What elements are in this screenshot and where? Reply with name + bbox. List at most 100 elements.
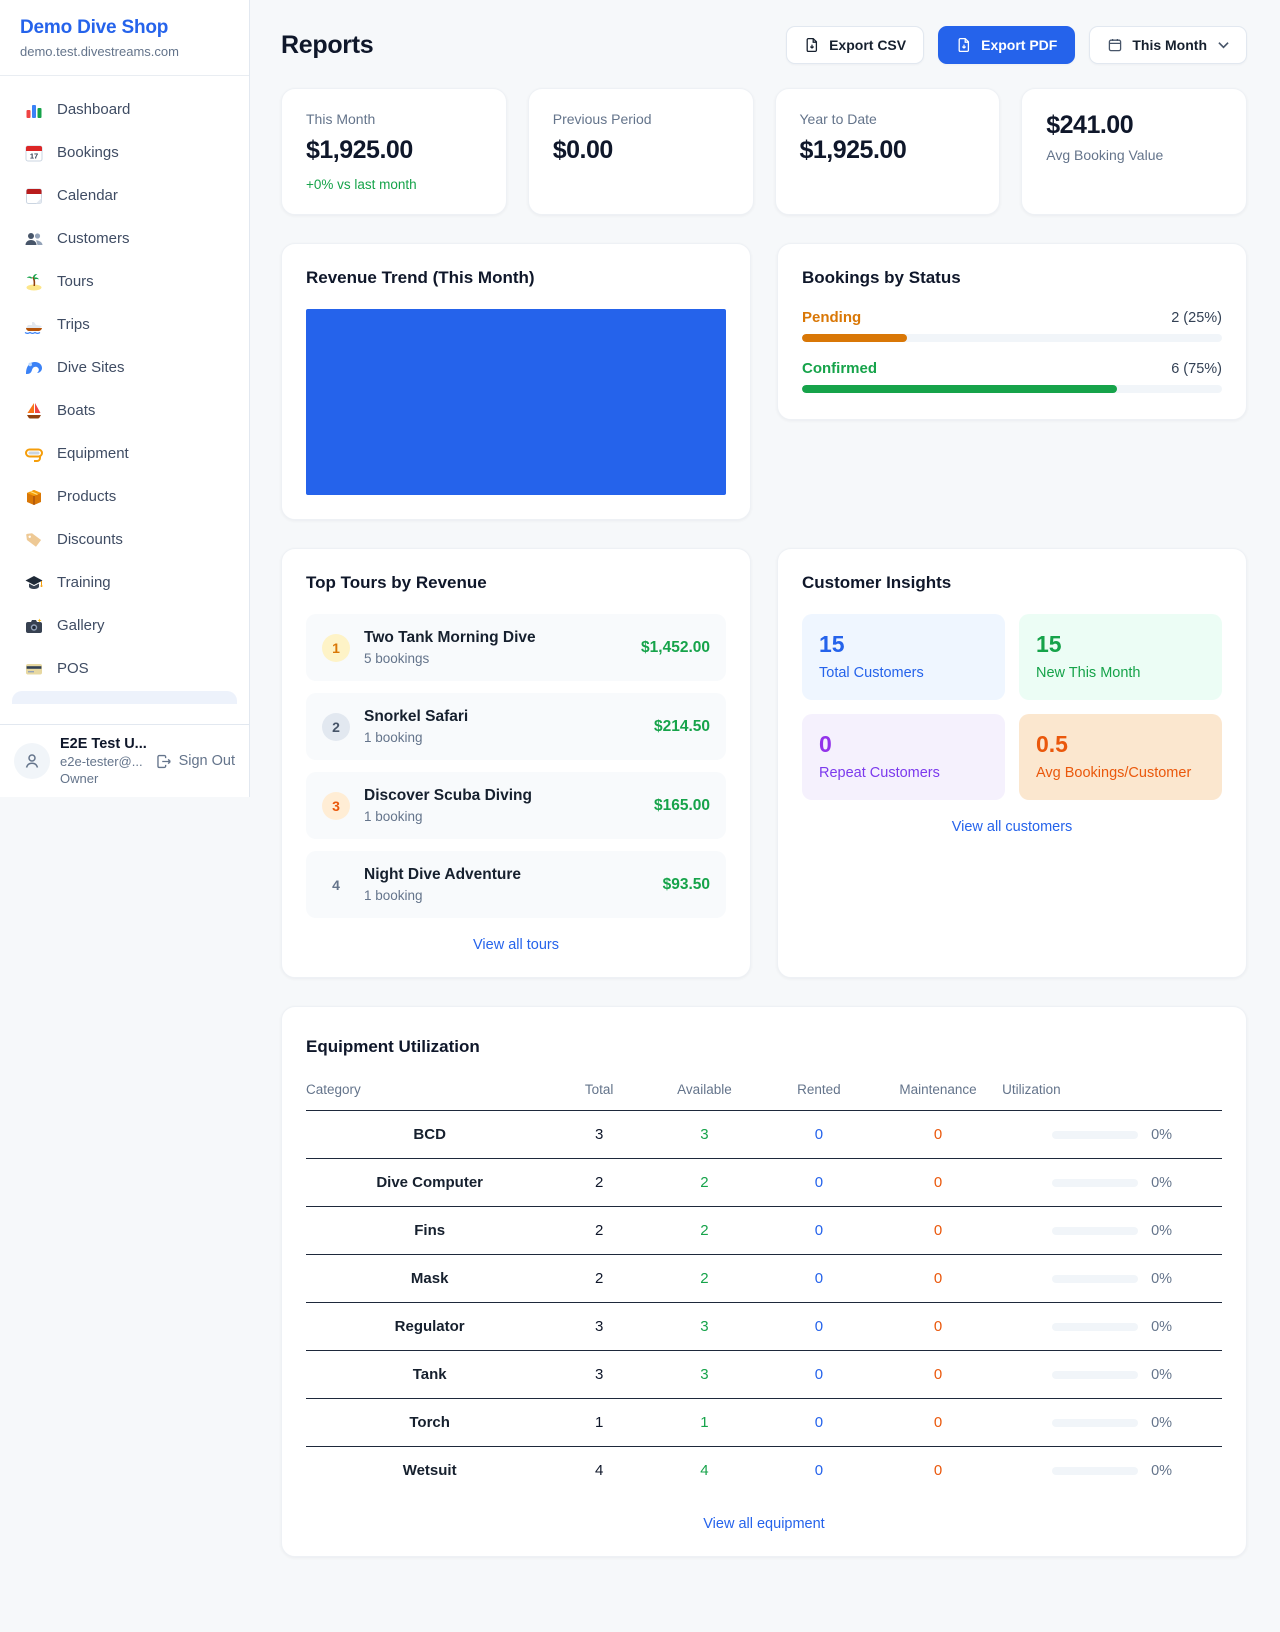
sidebar-item-label: Boats [57,402,95,419]
user-email: e2e-tester@... [60,754,145,769]
sidebar-item-boats[interactable]: Boats [12,389,237,432]
file-icon [956,37,972,53]
cell-category: Regulator [306,1303,553,1351]
sidebar-item-dashboard[interactable]: Dashboard [12,88,237,131]
sidebar-item-dive-sites[interactable]: Dive Sites [12,346,237,389]
cell-rented: 0 [764,1447,874,1498]
sidebar-item-label: Tours [57,273,94,290]
cell-category: Fins [306,1207,553,1255]
utilization-bar: 0% [1052,1175,1172,1191]
sidebar-item-label: Calendar [57,187,118,204]
stat-card-this-month: This Month $1,925.00 +0% vs last month [281,88,507,215]
tile-avg-bookings: 0.5 Avg Bookings/Customer [1019,714,1222,800]
sidebar-item-equipment[interactable]: Equipment [12,432,237,475]
period-dropdown[interactable]: This Month [1089,26,1247,64]
table-row: Dive Computer 2 2 0 0 0% [306,1159,1222,1207]
sign-out-button[interactable]: Sign Out [155,753,235,770]
period-label: This Month [1132,37,1207,53]
cell-total: 2 [553,1207,645,1255]
col-header-rented: Rented [764,1078,874,1111]
rank-badge: 4 [322,871,350,899]
sidebar-item-label: Training [57,574,111,591]
view-all-tours-link[interactable]: View all tours [306,937,726,953]
card-title: Revenue Trend (This Month) [306,268,726,288]
sidebar-item-customers[interactable]: Customers [12,217,237,260]
brand-block: Demo Dive Shop demo.test.divestreams.com [0,0,249,76]
calendar-outline-icon [1107,37,1123,53]
file-icon [804,37,820,53]
sidebar-item-tours[interactable]: Tours [12,260,237,303]
sidebar-item-pos[interactable]: POS [12,647,237,690]
utilization-bar: 0% [1052,1367,1172,1383]
stat-card-previous-period: Previous Period $0.00 [528,88,754,215]
stat-value: $0.00 [553,136,729,165]
pos-icon [24,659,44,679]
tile-repeat-customers: 0 Repeat Customers [802,714,1005,800]
table-row: BCD 3 3 0 0 0% [306,1111,1222,1159]
tour-amount: $165.00 [654,797,710,815]
utilization-pct: 0% [1151,1367,1172,1383]
cell-maintenance: 0 [874,1351,1002,1399]
cell-available: 3 [645,1303,764,1351]
stat-label: Avg Booking Value [1046,147,1222,163]
sidebar-item-reports-active-partial[interactable] [12,691,237,704]
person-icon [22,751,42,771]
boats-icon [24,401,44,421]
cell-available: 4 [645,1447,764,1498]
card-title: Equipment Utilization [306,1037,1222,1057]
tour-name: Night Dive Adventure [364,866,521,884]
sidebar-item-label: POS [57,660,89,677]
shop-name: Demo Dive Shop [20,17,229,39]
utilization-bar: 0% [1052,1127,1172,1143]
view-all-equipment-link[interactable]: View all equipment [306,1516,1222,1532]
stat-label: Year to Date [800,111,976,127]
utilization-pct: 0% [1151,1223,1172,1239]
sidebar-item-calendar[interactable]: Calendar [12,174,237,217]
status-label: Confirmed [802,360,877,377]
export-csv-button[interactable]: Export CSV [786,26,924,64]
export-pdf-label: Export PDF [981,37,1057,53]
avatar [14,743,50,779]
col-header-utilization: Utilization [1002,1078,1222,1111]
trips-icon [24,315,44,335]
sidebar-item-training[interactable]: Training [12,561,237,604]
view-all-customers-link[interactable]: View all customers [802,819,1222,835]
insights-row: Top Tours by Revenue 1 Two Tank Morning … [281,548,1247,978]
header-actions: Export CSV Export PDF This Month [786,26,1247,64]
chevron-down-icon [1218,41,1229,49]
cell-available: 2 [645,1207,764,1255]
sidebar-item-label: Dashboard [57,101,130,118]
tour-row: 3 Discover Scuba Diving 1 booking $165.0… [306,772,726,839]
cell-maintenance: 0 [874,1111,1002,1159]
cell-available: 2 [645,1159,764,1207]
tile-label: Repeat Customers [819,765,988,781]
sidebar-item-bookings[interactable]: 17 Bookings [12,131,237,174]
export-pdf-button[interactable]: Export PDF [938,26,1075,64]
utilization-bar: 0% [1052,1463,1172,1479]
sidebar-item-gallery[interactable]: Gallery [12,604,237,647]
cell-available: 2 [645,1255,764,1303]
sidebar-item-products[interactable]: Products [12,475,237,518]
dashboard-icon [24,100,44,120]
sign-out-label: Sign Out [179,753,235,769]
tour-row: 2 Snorkel Safari 1 booking $214.50 [306,693,726,760]
rank-badge: 3 [322,792,350,820]
bookings-icon: 17 [24,143,44,163]
tile-label: Total Customers [819,665,988,681]
table-row: Wetsuit 4 4 0 0 0% [306,1447,1222,1498]
sidebar-item-trips[interactable]: Trips [12,303,237,346]
tour-amount: $214.50 [654,718,710,736]
page-title: Reports [281,31,373,60]
utilization-bar: 0% [1052,1319,1172,1335]
sign-out-icon [155,753,172,770]
tour-bookings: 1 booking [364,730,468,745]
sidebar: Demo Dive Shop demo.test.divestreams.com… [0,0,250,797]
user-info: E2E Test U... e2e-tester@... Owner [60,736,145,786]
customers-icon [24,229,44,249]
tile-label: Avg Bookings/Customer [1036,765,1205,781]
sidebar-item-discounts[interactable]: Discounts [12,518,237,561]
cell-rented: 0 [764,1399,874,1447]
cell-total: 2 [553,1255,645,1303]
cell-rented: 0 [764,1207,874,1255]
sidebar-item-label: Gallery [57,617,105,634]
